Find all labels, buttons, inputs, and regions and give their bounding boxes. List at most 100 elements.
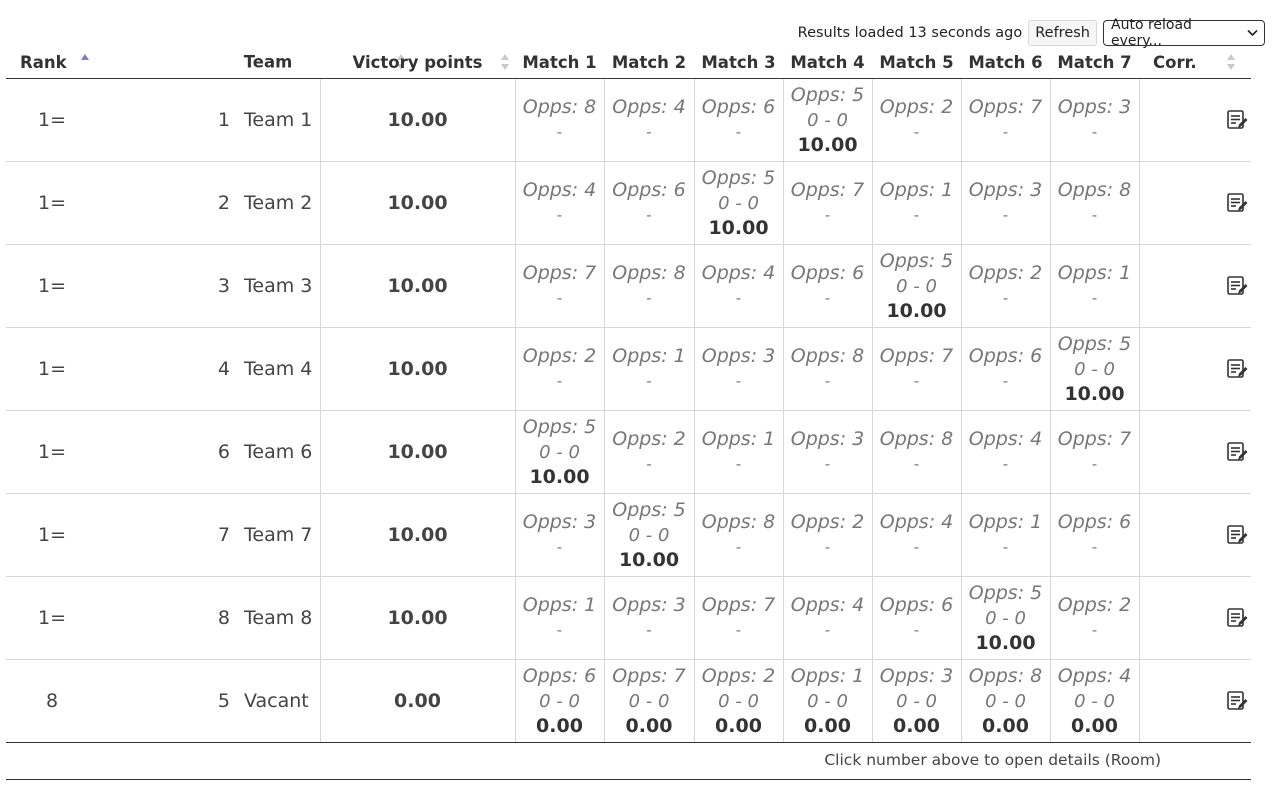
match-cell[interactable]: Opps: 2 0 - 0 0.00	[694, 659, 784, 743]
victory-points-header-label: Victory points	[352, 52, 483, 72]
match-cell[interactable]: Opps: 2 -	[783, 493, 873, 577]
victory-points-cell: 10.00	[319, 576, 516, 660]
team-number-link[interactable]: 1	[98, 109, 230, 131]
match-cell[interactable]: Opps: 8 -	[1050, 161, 1140, 245]
match-cell[interactable]: Opps: 6 -	[604, 161, 695, 245]
team-name: Team 8	[244, 607, 313, 629]
match-cell[interactable]: Opps: 4 -	[515, 161, 605, 245]
match-cell[interactable]: Opps: 7 -	[872, 327, 962, 411]
edit-note-icon[interactable]	[1226, 524, 1248, 546]
auto-reload-select[interactable]: Auto reload every...	[1103, 17, 1265, 49]
edit-note-icon[interactable]	[1226, 109, 1248, 131]
match-2-header[interactable]: Match 2	[604, 46, 694, 79]
victory-points-header[interactable]: Victory points	[320, 46, 515, 79]
match-cell[interactable]: Opps: 1 0 - 0 0.00	[783, 659, 873, 743]
match-cell[interactable]: Opps: 3 0 - 0 0.00	[872, 659, 962, 743]
edit-note-icon[interactable]	[1226, 358, 1248, 380]
match-cell[interactable]: Opps: 3 -	[515, 493, 605, 577]
match-cell[interactable]: Opps: 4 -	[961, 410, 1051, 494]
match-1-header[interactable]: Match 1	[515, 46, 604, 79]
match-4-header[interactable]: Match 4	[783, 46, 872, 79]
match-cell[interactable]: Opps: 1 -	[694, 410, 784, 494]
edit-note-icon[interactable]	[1226, 192, 1248, 214]
team-number-link[interactable]: 6	[98, 441, 230, 463]
match-cell[interactable]: Opps: 1 -	[872, 161, 962, 245]
opponent-label: Opps: 4	[790, 594, 865, 616]
match-cell[interactable]: Opps: 3 -	[783, 410, 873, 494]
match-cell[interactable]: Opps: 2 -	[515, 327, 605, 411]
match-cell[interactable]: Opps: 7 -	[515, 244, 605, 328]
match-cell[interactable]: Opps: 5 0 - 0 10.00	[694, 161, 784, 245]
match-cell[interactable]: Opps: 2 -	[872, 78, 962, 162]
edit-note-icon[interactable]	[1226, 607, 1248, 629]
team-number-link[interactable]: 3	[98, 275, 230, 297]
corr-header[interactable]: Corr.	[1139, 46, 1251, 79]
match-cell[interactable]: Opps: 6 -	[694, 78, 784, 162]
team-number-link[interactable]: 4	[98, 358, 230, 380]
match-cell[interactable]: Opps: 5 0 - 0 10.00	[604, 493, 695, 577]
match-cell[interactable]: Opps: 7 -	[783, 161, 873, 245]
match-3-header[interactable]: Match 3	[694, 46, 783, 79]
match-cell[interactable]: Opps: 7 0 - 0 0.00	[604, 659, 695, 743]
match-cell[interactable]: Opps: 5 0 - 0 10.00	[515, 410, 605, 494]
no-result-mark: -	[1091, 538, 1098, 556]
match-cell[interactable]: Opps: 4 -	[604, 78, 695, 162]
match-cell[interactable]: Opps: 6 0 - 0 0.00	[515, 659, 605, 743]
auto-reload-value: Auto reload every...	[1111, 17, 1192, 49]
match-cell[interactable]: Opps: 3 -	[961, 161, 1051, 245]
no-result-mark: -	[646, 372, 652, 390]
match-cell[interactable]: Opps: 2 -	[1050, 576, 1140, 660]
match-cell[interactable]: Opps: 5 0 - 0 10.00	[1050, 327, 1140, 411]
team-number-link[interactable]: 8	[98, 607, 230, 629]
match-cell[interactable]: Opps: 8 -	[604, 244, 695, 328]
match-cell[interactable]: Opps: 1 -	[515, 576, 605, 660]
refresh-button[interactable]: Refresh	[1028, 20, 1097, 46]
team-number-link[interactable]: 7	[98, 524, 230, 546]
match-cell[interactable]: Opps: 5 0 - 0 10.00	[961, 576, 1051, 660]
match-cell[interactable]: Opps: 2 -	[604, 410, 695, 494]
match-cell[interactable]: Opps: 8 0 - 0 0.00	[961, 659, 1051, 743]
match-score: 0 - 0	[539, 441, 580, 463]
match-cell[interactable]: Opps: 7 -	[1050, 410, 1140, 494]
match-cell[interactable]: Opps: 3 -	[1050, 78, 1140, 162]
match-cell[interactable]: Opps: 1 -	[1050, 244, 1140, 328]
match-cell[interactable]: Opps: 8 -	[694, 493, 784, 577]
match-cell[interactable]: Opps: 1 -	[961, 493, 1051, 577]
edit-note-icon[interactable]	[1226, 441, 1248, 463]
no-result-mark: -	[913, 455, 920, 473]
rank-header[interactable]: Rank	[6, 46, 98, 79]
team-header[interactable]: Team	[98, 46, 405, 79]
match-cell[interactable]: Opps: 6 -	[1050, 493, 1140, 577]
match-cell[interactable]: Opps: 4 -	[694, 244, 784, 328]
team-number-link[interactable]: 2	[98, 192, 230, 214]
no-result-mark: -	[735, 372, 742, 390]
opponent-label: Opps: 8	[790, 345, 865, 367]
edit-note-icon[interactable]	[1226, 690, 1248, 712]
match-cell[interactable]: Opps: 4 -	[872, 493, 962, 577]
edit-note-icon[interactable]	[1226, 275, 1248, 297]
match-cell[interactable]: Opps: 6 -	[872, 576, 962, 660]
match-5-header[interactable]: Match 5	[872, 46, 961, 79]
match-cell[interactable]: Opps: 5 0 - 0 10.00	[872, 244, 962, 328]
match-cell[interactable]: Opps: 7 -	[961, 78, 1051, 162]
match-cell[interactable]: Opps: 8 -	[783, 327, 873, 411]
match-cell[interactable]: Opps: 2 -	[961, 244, 1051, 328]
match-cell[interactable]: Opps: 3 -	[694, 327, 784, 411]
no-result-mark: -	[735, 289, 742, 307]
match-cell[interactable]: Opps: 8 -	[872, 410, 962, 494]
team-number-link[interactable]: 5	[98, 690, 230, 712]
team-name: Team 2	[244, 192, 313, 214]
match-cell[interactable]: Opps: 7 -	[694, 576, 784, 660]
match-cell[interactable]: Opps: 3 -	[604, 576, 695, 660]
match-cell[interactable]: Opps: 1 -	[604, 327, 695, 411]
match-cell[interactable]: Opps: 5 0 - 0 10.00	[783, 78, 873, 162]
match-cell[interactable]: Opps: 8 -	[515, 78, 605, 162]
match-7-header[interactable]: Match 7	[1050, 46, 1139, 79]
match-cell[interactable]: Opps: 4 -	[783, 576, 873, 660]
team-name: Team 6	[244, 441, 313, 463]
match-cell[interactable]: Opps: 4 0 - 0 0.00	[1050, 659, 1140, 743]
match-6-header[interactable]: Match 6	[961, 46, 1050, 79]
match-cell[interactable]: Opps: 6 -	[961, 327, 1051, 411]
match-cell[interactable]: Opps: 6 -	[783, 244, 873, 328]
rank-cell: 1=	[6, 576, 98, 660]
